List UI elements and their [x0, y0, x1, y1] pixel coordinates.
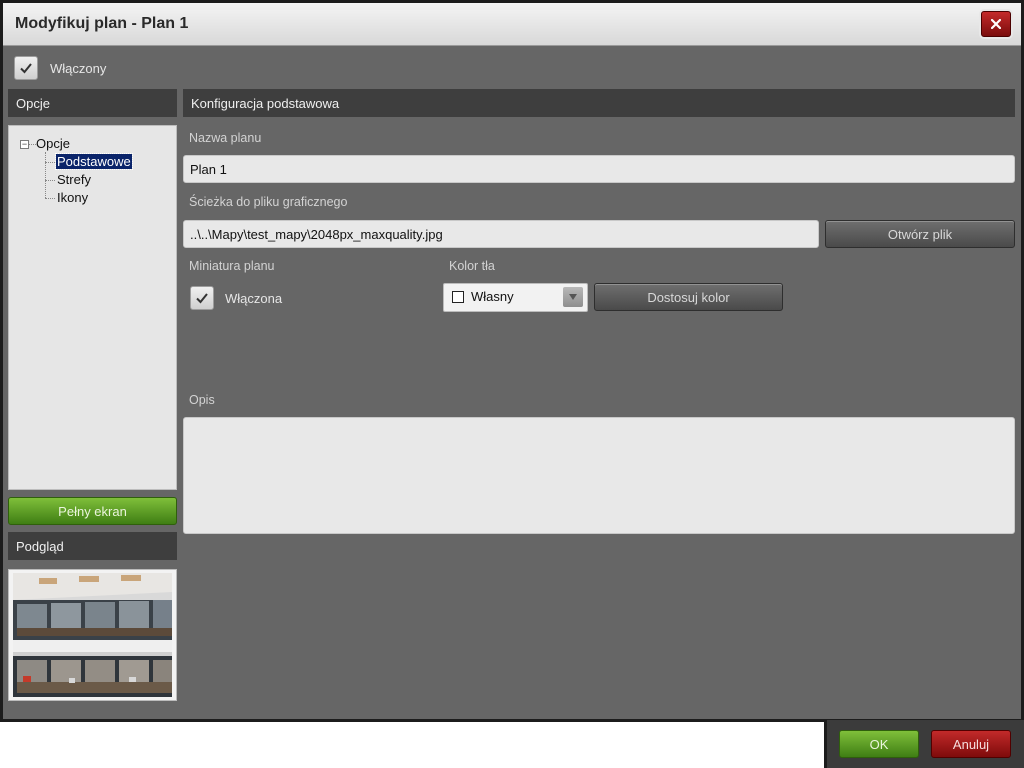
enabled-label: Włączony [50, 61, 107, 76]
chevron-down-icon [569, 294, 577, 300]
customize-color-button[interactable]: Dostosuj kolor [594, 283, 783, 311]
file-path-label: Ścieżka do pliku graficznego [189, 195, 348, 209]
collapse-icon[interactable]: − [20, 140, 29, 149]
thumbnail-label: Miniatura planu [189, 259, 275, 273]
bg-color-label: Kolor tła [449, 259, 495, 273]
bg-color-value: Własny [471, 289, 514, 304]
description-label: Opis [189, 393, 215, 407]
thumbnail-checkbox-label: Włączona [225, 291, 283, 306]
plan-name-input[interactable]: Plan 1 [183, 155, 1015, 183]
preview-header: Podgląd [8, 532, 177, 560]
plan-name-label: Nazwa planu [189, 131, 262, 145]
dialog-footer: OK Anuluj [824, 720, 1024, 768]
window-title: Modyfikuj plan - Plan 1 [15, 15, 189, 32]
office-photo [13, 573, 172, 697]
options-tree-panel: − Opcje Podstawowe Strefy Ikony [8, 125, 177, 490]
color-swatch [452, 291, 464, 303]
cancel-button[interactable]: Anuluj [931, 730, 1011, 758]
checkmark-icon [20, 63, 32, 74]
description-textarea[interactable] [183, 417, 1015, 534]
tree-item-strefy[interactable]: Strefy [57, 172, 91, 187]
close-icon [991, 19, 1001, 29]
checkmark-icon [196, 293, 208, 304]
file-path-input[interactable]: ..\..\Mapy\test_mapy\2048px_maxquality.j… [183, 220, 819, 248]
bg-color-select[interactable]: Własny [443, 283, 588, 312]
ok-button[interactable]: OK [839, 730, 919, 758]
options-header: Opcje [8, 89, 177, 117]
fullscreen-button[interactable]: Pełny ekran [8, 497, 177, 525]
thumbnail-checkbox[interactable] [190, 286, 214, 310]
open-file-button[interactable]: Otwórz plik [825, 220, 1015, 248]
tree-root-options[interactable]: Opcje [36, 136, 70, 151]
plan-preview-image [8, 569, 177, 701]
title-bar: Modyfikuj plan - Plan 1 [3, 3, 1021, 46]
tree-item-podstawowe[interactable]: Podstawowe [55, 153, 133, 170]
dropdown-arrow[interactable] [563, 287, 583, 307]
close-button[interactable] [981, 11, 1011, 37]
section-header: Konfiguracja podstawowa [183, 89, 1015, 117]
tree-item-ikony[interactable]: Ikony [57, 190, 88, 205]
enabled-checkbox[interactable] [14, 56, 38, 80]
